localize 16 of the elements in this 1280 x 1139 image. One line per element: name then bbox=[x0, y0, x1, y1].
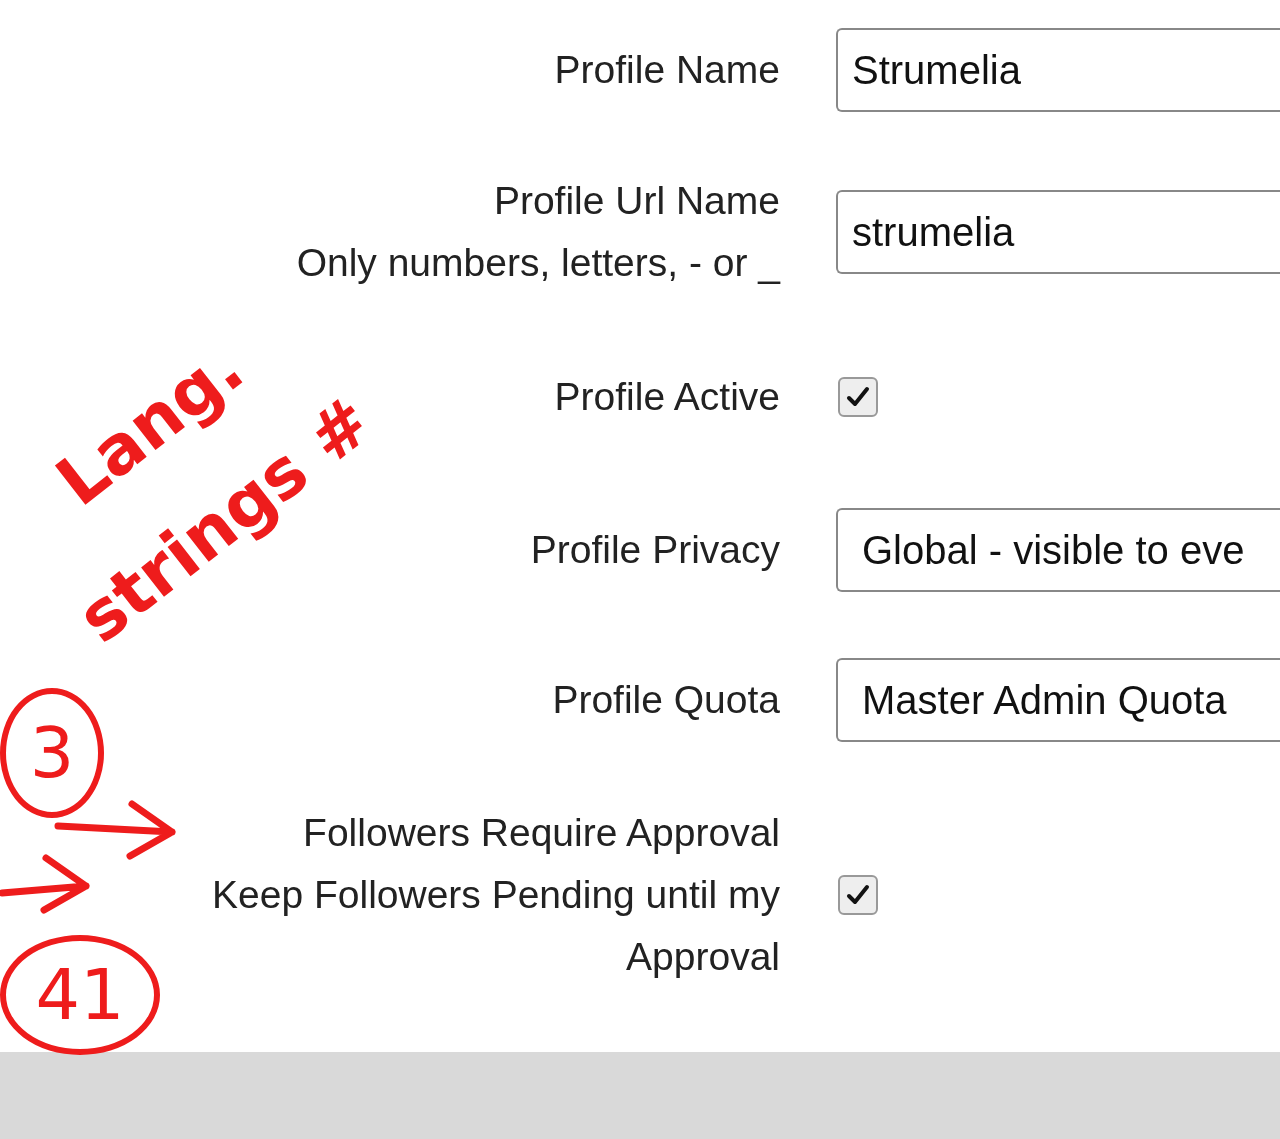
field-label: Profile Url Name bbox=[493, 178, 780, 224]
field-label: Profile Privacy bbox=[530, 527, 780, 573]
field-label: Followers Require Approval bbox=[303, 810, 780, 856]
checkbox[interactable] bbox=[838, 875, 878, 915]
circled-number: 41 bbox=[0, 935, 160, 1055]
select-field[interactable]: Global - visible to eve bbox=[836, 508, 1280, 592]
checkbox[interactable] bbox=[838, 377, 878, 417]
field-label: Profile Name bbox=[554, 47, 780, 93]
field-hint: Keep Followers Pending until my Approval bbox=[211, 872, 780, 980]
field-label: Profile Active bbox=[554, 374, 780, 420]
field-hint: Only numbers, letters, - or _ bbox=[296, 240, 780, 286]
select-field[interactable]: Master Admin Quota bbox=[836, 658, 1280, 742]
field-label: Profile Quota bbox=[552, 677, 780, 723]
text-field[interactable]: strumelia bbox=[836, 190, 1280, 274]
circled-number: 3 bbox=[0, 688, 104, 818]
text-field[interactable]: Strumelia bbox=[836, 28, 1280, 112]
